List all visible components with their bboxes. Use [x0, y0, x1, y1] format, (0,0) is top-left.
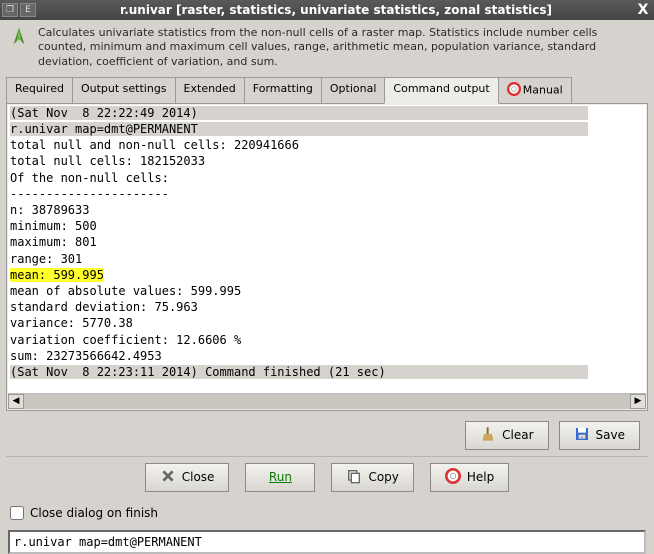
- grass-icon: [8, 26, 30, 48]
- window-maximize-button[interactable]: E: [20, 3, 36, 17]
- tab-required[interactable]: Required: [6, 77, 73, 103]
- scroll-track[interactable]: [24, 394, 630, 409]
- run-button[interactable]: Run: [245, 463, 315, 492]
- close-dialog-label: Close dialog on finish: [30, 506, 158, 520]
- output-buttons: Clear Save: [0, 411, 654, 456]
- tab-manual-label: Manual: [523, 83, 563, 96]
- module-description: Calculates univariate statistics from th…: [38, 26, 646, 69]
- tab-optional[interactable]: Optional: [321, 77, 386, 103]
- scroll-right-icon[interactable]: ▶: [630, 394, 646, 409]
- close-icon: [160, 468, 176, 487]
- horizontal-scrollbar[interactable]: ◀ ▶: [8, 393, 646, 409]
- header: Calculates univariate statistics from th…: [0, 20, 654, 75]
- command-output-text[interactable]: (Sat Nov 8 22:22:49 2014) r.univar map=d…: [8, 105, 646, 393]
- close-label: Close: [182, 470, 215, 484]
- lifebuoy-icon: [507, 82, 521, 99]
- clear-button[interactable]: Clear: [465, 421, 548, 450]
- broom-icon: [480, 426, 496, 445]
- copy-icon: [346, 468, 362, 487]
- copy-button[interactable]: Copy: [331, 463, 413, 492]
- window-close-button[interactable]: X: [634, 2, 652, 18]
- tab-formatting[interactable]: Formatting: [244, 77, 322, 103]
- lifebuoy-icon: [445, 468, 461, 487]
- run-label: Run: [269, 470, 292, 484]
- titlebar: ❐ E r.univar [raster, statistics, univar…: [0, 0, 654, 20]
- action-buttons: Close Run Copy Help: [0, 457, 654, 502]
- copy-label: Copy: [368, 470, 398, 484]
- close-button[interactable]: Close: [145, 463, 230, 492]
- clear-label: Clear: [502, 428, 533, 442]
- tab-manual[interactable]: Manual: [498, 77, 572, 103]
- tab-bar: Required Output settings Extended Format…: [6, 77, 648, 103]
- window-title: r.univar [raster, statistics, univariate…: [38, 3, 634, 17]
- help-label: Help: [467, 470, 494, 484]
- scroll-left-icon[interactable]: ◀: [8, 394, 24, 409]
- command-line-input[interactable]: r.univar map=dmt@PERMANENT: [8, 530, 646, 554]
- tab-output-settings[interactable]: Output settings: [72, 77, 176, 103]
- tab-extended[interactable]: Extended: [175, 77, 245, 103]
- close-dialog-checkbox[interactable]: [10, 506, 24, 520]
- floppy-icon: [574, 426, 590, 445]
- help-button[interactable]: Help: [430, 463, 509, 492]
- tab-command-output[interactable]: Command output: [384, 77, 498, 104]
- window-minimize-button[interactable]: ❐: [2, 3, 18, 17]
- output-panel: (Sat Nov 8 22:22:49 2014) r.univar map=d…: [6, 103, 648, 411]
- close-dialog-row: Close dialog on finish: [0, 502, 654, 524]
- save-label: Save: [596, 428, 625, 442]
- save-button[interactable]: Save: [559, 421, 640, 450]
